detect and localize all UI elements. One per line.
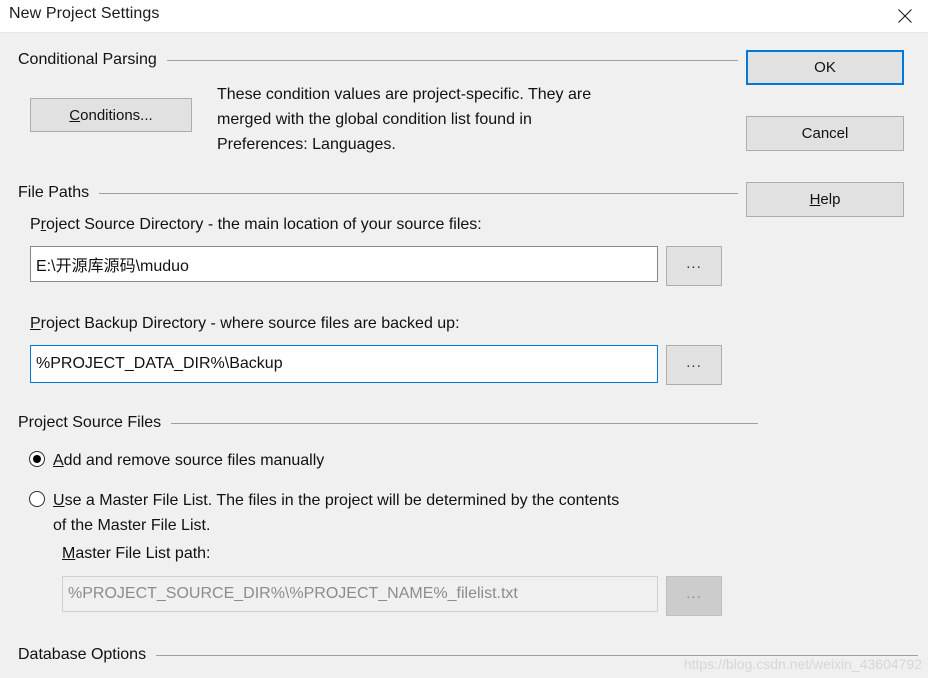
master-file-list-path-input[interactable]: %PROJECT_SOURCE_DIR%\%PROJECT_NAME%_file… <box>62 576 658 612</box>
manual-label-suffix: dd and remove source files manually <box>63 452 325 469</box>
window-title: New Project Settings <box>9 5 160 22</box>
backup-label-accel-char: P <box>30 315 41 332</box>
project-source-directory-label: Project Source Directory - the main loca… <box>30 216 482 234</box>
title-bar: New Project Settings <box>0 0 928 33</box>
masterlist-label-line1-suffix: se a Master File List. The files in the … <box>64 492 620 509</box>
master-file-list-browse-button: ... <box>666 576 722 616</box>
group-title-conditional-parsing: Conditional Parsing <box>18 51 157 68</box>
masterlist-path-label-suffix: aster File List path: <box>75 545 211 562</box>
close-button[interactable] <box>882 0 928 32</box>
ok-button[interactable]: OK <box>746 50 904 85</box>
group-title-file-paths: File Paths <box>18 184 90 201</box>
source-label-prefix: P <box>30 216 41 233</box>
project-source-directory-browse-button[interactable]: ... <box>666 246 722 286</box>
conditions-accel-char: C <box>69 106 81 124</box>
radio-indicator <box>29 451 45 467</box>
radio-use-master-file-list-label: Use a Master File List. The files in the… <box>53 488 619 538</box>
group-divider-line <box>99 192 738 194</box>
group-divider-line <box>171 422 758 424</box>
help-accel-char: H <box>809 191 821 208</box>
group-title-project-source-files: Project Source Files <box>18 414 162 431</box>
description-line-2: merged with the global condition list fo… <box>217 111 532 128</box>
description-line-3: Preferences: Languages. <box>217 136 396 153</box>
conditions-button[interactable]: Conditions... <box>30 98 192 132</box>
radio-add-remove-manually-label: Add and remove source files manually <box>53 448 324 473</box>
group-title-database-options: Database Options <box>18 646 147 663</box>
masterlist-label-line2: of the Master File List. <box>53 517 211 534</box>
master-file-list-path-label: Master File List path: <box>62 545 211 563</box>
backup-label-suffix: roject Backup Directory - where source f… <box>40 315 460 332</box>
group-file-paths: File Paths <box>18 183 738 203</box>
project-backup-directory-input[interactable]: %PROJECT_DATA_DIR%\Backup <box>30 345 658 383</box>
help-button-label: Help <box>810 191 841 208</box>
manual-accel-char: A <box>53 452 64 469</box>
help-button[interactable]: Help <box>746 182 904 217</box>
conditions-label-suffix: onditions... <box>80 106 153 124</box>
masterlist-accel-char: U <box>53 492 65 509</box>
description-line-1: These condition values are project-speci… <box>217 86 592 103</box>
project-source-directory-input[interactable]: E:\开源库源码\muduo <box>30 246 658 282</box>
masterlist-path-accel-char: M <box>62 545 76 562</box>
group-conditional-parsing: Conditional Parsing <box>18 50 738 70</box>
radio-indicator <box>29 491 45 507</box>
help-label-suffix: elp <box>820 191 841 208</box>
radio-use-master-file-list[interactable]: Use a Master File List. The files in the… <box>29 488 759 538</box>
conditional-parsing-description: These condition values are project-speci… <box>217 82 737 157</box>
close-icon <box>898 9 912 23</box>
watermark: https://blog.csdn.net/weixin_43604792 <box>683 656 922 672</box>
conditions-button-label: Conditions... <box>69 107 152 124</box>
radio-add-remove-manually[interactable]: Add and remove source files manually <box>29 448 729 473</box>
group-project-source-files: Project Source Files <box>18 413 758 433</box>
cancel-button[interactable]: Cancel <box>746 116 904 151</box>
source-label-suffix: oject Source Directory - the main locati… <box>46 216 482 233</box>
group-divider-line <box>166 59 738 61</box>
project-backup-directory-label: Project Backup Directory - where source … <box>30 315 460 333</box>
project-backup-directory-browse-button[interactable]: ... <box>666 345 722 385</box>
new-project-settings-dialog: New Project Settings OK Cancel Help Cond… <box>0 0 928 678</box>
